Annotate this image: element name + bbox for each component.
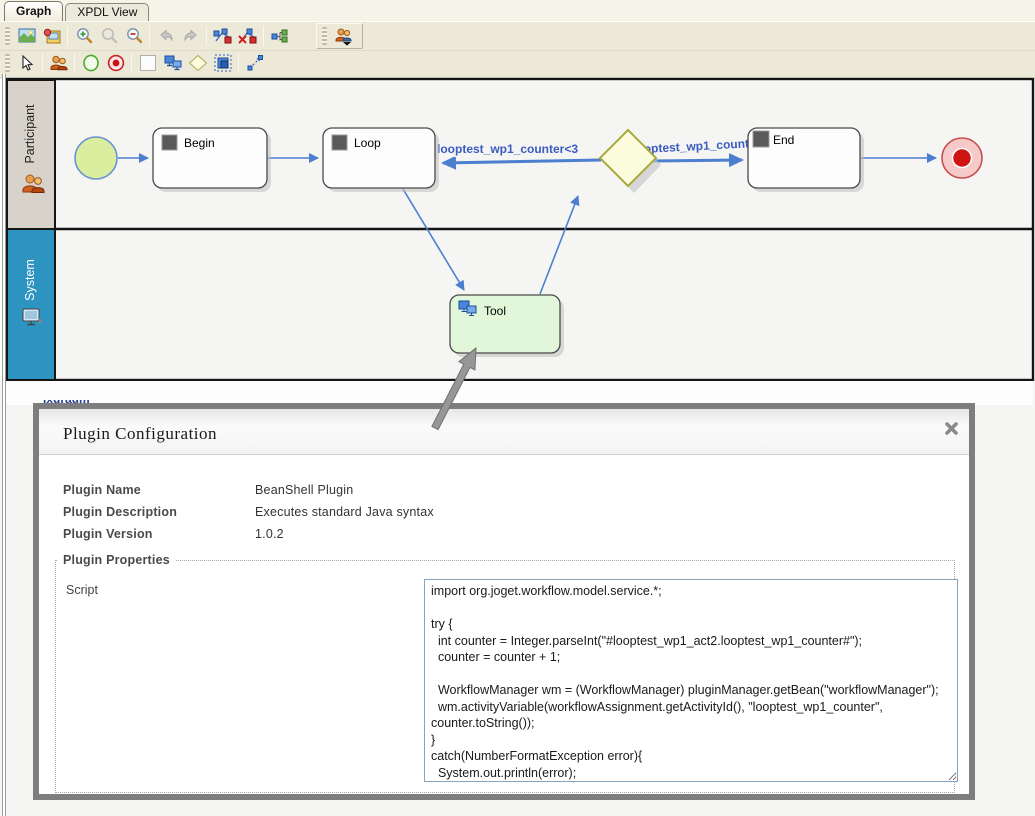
toolbar-separator <box>238 53 239 73</box>
tool-node-icon[interactable] <box>160 52 185 74</box>
start-node[interactable] <box>75 137 117 179</box>
toolbar-separator <box>206 26 207 46</box>
subflow-tool-icon[interactable] <box>210 52 235 74</box>
script-input[interactable]: import org.joget.workflow.model.service.… <box>424 579 958 782</box>
svg-text:Participant: Participant <box>23 104 37 164</box>
zoom-icon[interactable] <box>96 25 121 47</box>
zoom-in-icon[interactable] <box>71 25 96 47</box>
add-route-point-icon[interactable] <box>210 25 235 47</box>
field-row-plugin-name: Plugin Name BeanShell Plugin <box>39 479 969 501</box>
select-cursor-icon[interactable] <box>14 52 39 74</box>
main-toolbar <box>0 21 1035 50</box>
workflow-designer-window: Graph XPDL View <box>0 0 1035 816</box>
lane-system-header[interactable]: System <box>7 229 55 380</box>
script-label: Script <box>66 583 98 597</box>
plugin-properties-fieldset: Plugin Properties Script import org.joge… <box>55 553 955 793</box>
tree-layout-icon[interactable] <box>267 25 292 47</box>
toolbar-separator <box>131 53 132 73</box>
dialog-title: Plugin Configuration <box>63 424 217 444</box>
process-canvas[interactable]: Participant System <box>0 74 1035 381</box>
toolbar-separator <box>149 26 150 46</box>
palette-toolbar <box>0 50 1035 74</box>
field-row-plugin-version: Plugin Version 1.0.2 <box>39 523 969 545</box>
plugin-version-label: Plugin Version <box>63 527 255 541</box>
zoom-out-icon[interactable] <box>121 25 146 47</box>
plugin-name-label: Plugin Name <box>63 483 255 497</box>
activity-icon <box>332 135 347 150</box>
svg-text:End: End <box>773 133 794 147</box>
tab-strip: Graph XPDL View <box>0 0 1035 21</box>
plugin-name-value: BeanShell Plugin <box>255 483 353 497</box>
end-node-icon[interactable] <box>103 52 128 74</box>
tab-xpdl-view[interactable]: XPDL View <box>65 3 149 21</box>
svg-text:Loop: Loop <box>354 136 381 150</box>
activity-node-end[interactable]: End <box>748 128 864 192</box>
activity-tool-icon[interactable] <box>135 52 160 74</box>
toolbar-separator <box>42 53 43 73</box>
dialog-body: Plugin Name BeanShell Plugin Plugin Desc… <box>39 455 969 793</box>
undo-icon[interactable] <box>153 25 178 47</box>
dialog-titlebar: Plugin Configuration <box>39 409 969 455</box>
toolbar-separator <box>74 53 75 73</box>
plugin-version-value: 1.0.2 <box>255 527 284 541</box>
edge-label: looptest_wp1_counter<3 <box>437 142 578 156</box>
end-node[interactable] <box>942 138 982 178</box>
remove-route-point-icon[interactable] <box>235 25 260 47</box>
plugin-config-dialog: Plugin Configuration Plugin Name BeanShe… <box>33 403 975 800</box>
plugin-description-label: Plugin Description <box>63 505 255 519</box>
field-row-plugin-description: Plugin Description Executes standard Jav… <box>39 501 969 523</box>
toolbar-grip[interactable] <box>322 27 327 45</box>
activity-node-begin[interactable]: Begin <box>153 128 271 192</box>
toolbar-separator <box>67 26 68 46</box>
toolbar-grip[interactable] <box>5 27 10 45</box>
toolbar-grip[interactable] <box>5 54 10 72</box>
svg-text:System: System <box>23 259 37 301</box>
redo-icon[interactable] <box>178 25 203 47</box>
window-edge <box>2 74 6 816</box>
svg-text:Tool: Tool <box>484 304 506 318</box>
activity-icon <box>162 135 177 150</box>
tab-graph[interactable]: Graph <box>4 1 63 21</box>
participant-mapping-icon[interactable] <box>331 25 356 47</box>
tool-node[interactable]: Tool <box>450 295 564 357</box>
canvas-margin <box>6 381 1033 405</box>
activity-node-loop[interactable]: Loop <box>323 128 439 192</box>
export-image-icon[interactable] <box>39 25 64 47</box>
toolbar-separator <box>263 26 264 46</box>
transition-tool-icon[interactable] <box>242 52 267 74</box>
participant-mapping-group <box>316 23 363 49</box>
close-icon[interactable] <box>944 421 959 436</box>
start-node-icon[interactable] <box>78 52 103 74</box>
image-icon[interactable] <box>14 25 39 47</box>
lane-participant-header[interactable]: Participant <box>7 80 55 229</box>
plugin-description-value: Executes standard Java syntax <box>255 505 434 519</box>
participant-tool-icon[interactable] <box>46 52 71 74</box>
plugin-properties-legend: Plugin Properties <box>58 553 175 567</box>
activity-icon <box>753 131 769 147</box>
svg-text:Begin: Begin <box>184 136 215 150</box>
route-node-icon[interactable] <box>185 52 210 74</box>
